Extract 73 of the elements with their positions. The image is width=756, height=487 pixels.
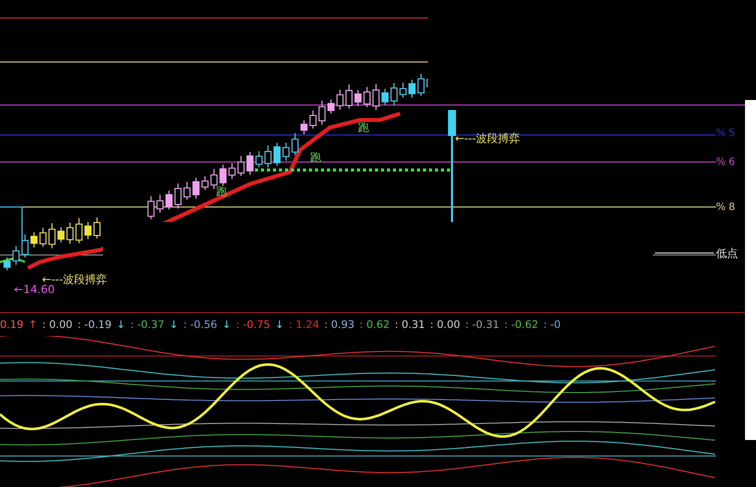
candlestick [76, 218, 82, 244]
indicator-reading: : -0.19 [77, 318, 112, 330]
indicator-reading: : -0.56 [183, 318, 218, 330]
candlestick [48, 222, 56, 249]
level-label: % 8 [716, 202, 736, 213]
candlestick [354, 90, 362, 106]
candlestick [12, 245, 20, 266]
trend-line [0, 256, 26, 263]
indicator-reading: : -0.31 [465, 318, 500, 330]
indicator-reading: ↑ [28, 318, 38, 330]
candlestick [310, 110, 316, 129]
candlestick [40, 227, 46, 248]
candlestick [400, 82, 406, 98]
indicator-reading: : -0.75 [236, 318, 270, 330]
candlestick [148, 196, 154, 220]
candlestick [318, 100, 326, 126]
indicator-reading: : -0.62 [504, 318, 538, 330]
signal-label: 跑 [216, 184, 227, 199]
signal-label: 跑 [358, 120, 369, 135]
indicator-reading: : 0.00 [42, 318, 72, 330]
leader-line [654, 252, 714, 254]
candlestick [346, 84, 352, 109]
indicator-reading: : 1.24 [288, 318, 320, 330]
price-label: ←14.60 [14, 283, 55, 296]
candlestick [282, 142, 290, 162]
candlestick [364, 86, 370, 108]
candlestick [166, 190, 172, 210]
candlestick [418, 73, 424, 96]
indicator-reading: : 0.00 [430, 318, 460, 330]
candlestick [336, 89, 344, 110]
candlestick [390, 82, 398, 106]
indicator-reading: : -0.37 [130, 318, 164, 330]
candlestick [184, 181, 190, 200]
candlestick [66, 222, 74, 244]
signal-label: 跑 [310, 150, 321, 165]
candlestick [228, 162, 236, 180]
candlestick [4, 256, 10, 271]
indicator-reading: : 0.93 [324, 318, 354, 330]
candlestick [84, 222, 92, 240]
candlestick [174, 183, 182, 209]
candlestick [22, 234, 28, 258]
candlestick [372, 84, 380, 110]
candlestick [238, 156, 244, 177]
candlestick [30, 232, 38, 248]
candlestick [210, 168, 218, 190]
indicator-reading: : 0.31 [394, 318, 425, 330]
candlestick [292, 132, 298, 156]
candlestick [156, 194, 164, 214]
candlestick [328, 99, 334, 114]
candlestick [94, 217, 100, 240]
level-label: % 5 [716, 128, 736, 139]
candlestick [382, 88, 388, 106]
indicator-reading: : -0 [543, 318, 561, 330]
indicator-reading: ↓ [222, 318, 232, 330]
indicator-reading: ↓ [275, 318, 284, 330]
low-point-label: 低点 [716, 246, 738, 261]
candlestick [300, 120, 308, 135]
candlestick [408, 79, 416, 98]
candlestick [202, 176, 208, 191]
level-label: % 6 [716, 157, 736, 168]
indicator-reading: : 0.62 [359, 318, 390, 330]
candlestick [220, 164, 226, 186]
indicator-reading: 0.19 [0, 318, 24, 330]
candlestick [274, 142, 280, 166]
candlestick [264, 145, 272, 168]
annotation-label: ←---波段搏弈 [42, 272, 108, 286]
annotation-label: ←---波段搏弈 [455, 131, 520, 146]
candlestick [192, 177, 200, 200]
indicator-reading: ↓ [116, 318, 126, 330]
candlestick [246, 151, 254, 176]
candlestick [256, 150, 262, 168]
indicator-reading: ↓ [169, 318, 178, 330]
candlestick [58, 226, 64, 243]
